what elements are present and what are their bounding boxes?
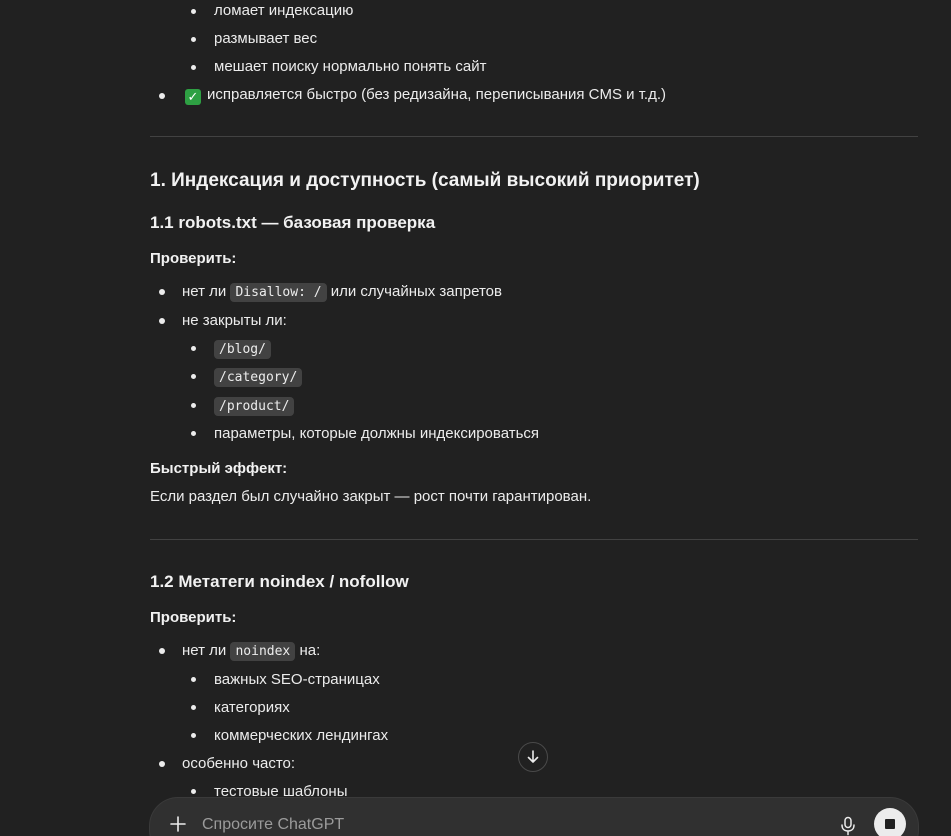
bullet xyxy=(159,318,165,324)
list-item: нет ли Disallow: / или случайных запрето… xyxy=(182,281,502,304)
composer xyxy=(150,798,918,836)
list-item: ✓ исправляется быстро (без редизайна, пер… xyxy=(185,84,666,106)
list-item: мешает поиску нормально понять сайт xyxy=(214,58,487,75)
check-label: Проверить: xyxy=(150,250,237,267)
inline-code: /blog/ xyxy=(214,340,271,359)
list-item: нет ли noindex на: xyxy=(182,640,320,663)
inline-code: Disallow: / xyxy=(230,283,327,302)
section-heading: 1. Индексация и доступность (самый высок… xyxy=(150,170,700,191)
list-item: особенно часто: xyxy=(182,755,296,772)
bullet xyxy=(191,9,196,14)
bullet xyxy=(191,374,196,379)
bullet xyxy=(191,789,196,794)
list-item: /category/ xyxy=(214,366,303,389)
inline-code: /category/ xyxy=(214,368,303,387)
list-item: ломает индексацию xyxy=(214,2,354,19)
bullet xyxy=(191,677,196,682)
effect-label: Быстрый эффект: xyxy=(150,460,288,477)
list-item-text: или случайных запретов xyxy=(330,283,502,300)
list-item: коммерческих лендингах xyxy=(214,727,389,744)
bullet xyxy=(191,733,196,738)
list-item: размывает вес xyxy=(214,30,318,47)
bullet xyxy=(191,431,196,436)
divider xyxy=(150,539,918,540)
list-item: /blog/ xyxy=(214,338,271,361)
stop-icon xyxy=(885,819,895,829)
dictate-button[interactable] xyxy=(836,814,860,836)
inline-code: /product/ xyxy=(214,397,295,416)
bullet xyxy=(159,648,165,654)
bullet xyxy=(191,65,196,70)
list-item: параметры, которые должны индексироватьс… xyxy=(214,425,540,442)
divider xyxy=(150,136,918,137)
prompt-input[interactable] xyxy=(202,814,802,836)
bullet xyxy=(191,37,196,42)
bullet xyxy=(191,346,196,351)
scroll-to-bottom-button[interactable] xyxy=(518,742,548,772)
microphone-icon xyxy=(841,816,855,836)
bullet xyxy=(159,761,165,767)
list-item-text: нет ли xyxy=(182,283,227,300)
list-item: не закрыты ли: xyxy=(182,312,287,329)
subsection-heading: 1.2 Метатеги noindex / nofollow xyxy=(150,572,409,591)
arrow-down-icon xyxy=(527,750,539,763)
stop-generating-button[interactable] xyxy=(874,808,906,836)
list-item-text: нет ли xyxy=(182,642,227,659)
check-label: Проверить: xyxy=(150,609,237,626)
list-item-text: на: xyxy=(299,642,321,659)
inline-code: noindex xyxy=(230,642,296,661)
subsection-heading: 1.1 robots.txt — базовая проверка xyxy=(150,213,436,232)
add-attachment-button[interactable] xyxy=(166,812,190,836)
chat-page: ломает индексацию размывает вес мешает п… xyxy=(0,0,951,836)
bullet xyxy=(159,93,165,99)
plus-icon xyxy=(170,816,186,832)
check-mark-icon: ✓ xyxy=(185,89,201,105)
list-item: важных SEO-страницах xyxy=(214,671,380,688)
list-item-text: исправляется быстро (без редизайна, пере… xyxy=(207,86,667,103)
bullet xyxy=(159,289,165,295)
effect-text: Если раздел был случайно закрыт — рост п… xyxy=(150,488,592,505)
list-item: категориях xyxy=(214,699,290,716)
list-item: /product/ xyxy=(214,395,295,418)
bullet xyxy=(191,403,196,408)
bullet xyxy=(191,705,196,710)
